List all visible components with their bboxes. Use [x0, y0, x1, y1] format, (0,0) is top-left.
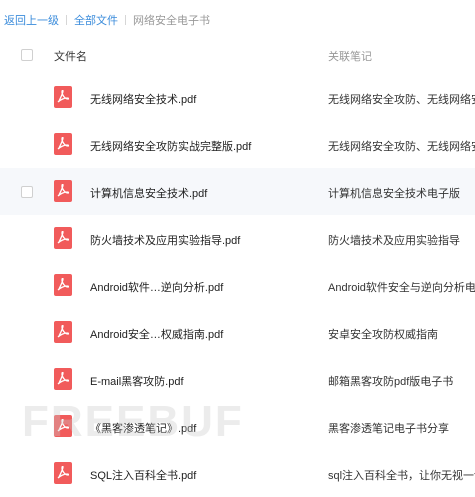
select-all-checkbox[interactable] [21, 49, 33, 61]
breadcrumb: 返回上一级 全部文件 网络安全电子书 [4, 13, 210, 29]
file-list-header: 文件名 关联笔记 [0, 36, 475, 74]
freebuf-watermark: FREEBUF [22, 397, 244, 446]
breadcrumb-divider [66, 15, 67, 25]
pdf-icon [54, 133, 72, 155]
file-row[interactable]: Android安全…权威指南.pdf 安卓安全攻防权威指南 [0, 309, 475, 356]
file-note[interactable]: Android软件安全与逆向分析电子书 [328, 279, 475, 295]
all-files-link[interactable]: 全部文件 [74, 15, 118, 27]
file-name[interactable]: 无线网络安全技术.pdf [90, 91, 196, 107]
pdf-icon [54, 462, 72, 484]
pdf-icon [54, 321, 72, 343]
file-name[interactable]: Android软件…逆向分析.pdf [90, 279, 223, 295]
file-row[interactable]: E-mail黑客攻防.pdf 邮箱黑客攻防pdf版电子书 [0, 356, 475, 403]
file-name[interactable]: 防火墙技术及应用实验指导.pdf [90, 232, 240, 248]
file-note[interactable]: 黑客渗透笔记电子书分享 [328, 420, 475, 436]
file-note[interactable]: 安卓安全攻防权威指南 [328, 326, 475, 342]
pdf-icon [54, 274, 72, 296]
file-row[interactable]: 无线网络安全技术.pdf 无线网络安全攻防、无线网络安全技术 [0, 74, 475, 121]
file-row[interactable]: 防火墙技术及应用实验指导.pdf 防火墙技术及应用实验指导 [0, 215, 475, 262]
column-header-filename[interactable]: 文件名 [54, 48, 87, 64]
file-name[interactable]: 计算机信息安全技术.pdf [90, 185, 207, 201]
file-note[interactable]: 无线网络安全攻防、无线网络安全技术 [328, 138, 475, 154]
pdf-icon [54, 227, 72, 249]
file-note[interactable]: 计算机信息安全技术电子版 [328, 185, 475, 201]
row-checkbox[interactable] [21, 186, 33, 198]
pdf-icon [54, 180, 72, 202]
file-row[interactable]: Android软件…逆向分析.pdf Android软件安全与逆向分析电子书 [0, 262, 475, 309]
file-row[interactable]: 无线网络安全攻防实战完整版.pdf 无线网络安全攻防、无线网络安全技术 [0, 121, 475, 168]
file-row[interactable]: 计算机信息安全技术.pdf 计算机信息安全技术电子版 [0, 168, 475, 215]
file-name[interactable]: Android安全…权威指南.pdf [90, 326, 223, 342]
file-note[interactable]: 防火墙技术及应用实验指导 [328, 232, 475, 248]
file-name[interactable]: 无线网络安全攻防实战完整版.pdf [90, 138, 251, 154]
file-note[interactable]: 无线网络安全攻防、无线网络安全技术 [328, 91, 475, 107]
file-name[interactable]: SQL注入百科全书.pdf [90, 467, 196, 483]
pdf-icon [54, 368, 72, 390]
current-folder: 网络安全电子书 [133, 15, 210, 27]
file-note[interactable]: sql注入百科全书，让你无视一切防御 [328, 467, 475, 483]
column-header-notes: 关联笔记 [328, 51, 372, 63]
file-name[interactable]: E-mail黑客攻防.pdf [90, 373, 184, 389]
pdf-icon [54, 86, 72, 108]
file-row[interactable]: SQL注入百科全书.pdf sql注入百科全书，让你无视一切防御 [0, 450, 475, 497]
back-link[interactable]: 返回上一级 [4, 15, 59, 27]
file-note[interactable]: 邮箱黑客攻防pdf版电子书 [328, 373, 475, 389]
breadcrumb-divider [125, 15, 126, 25]
